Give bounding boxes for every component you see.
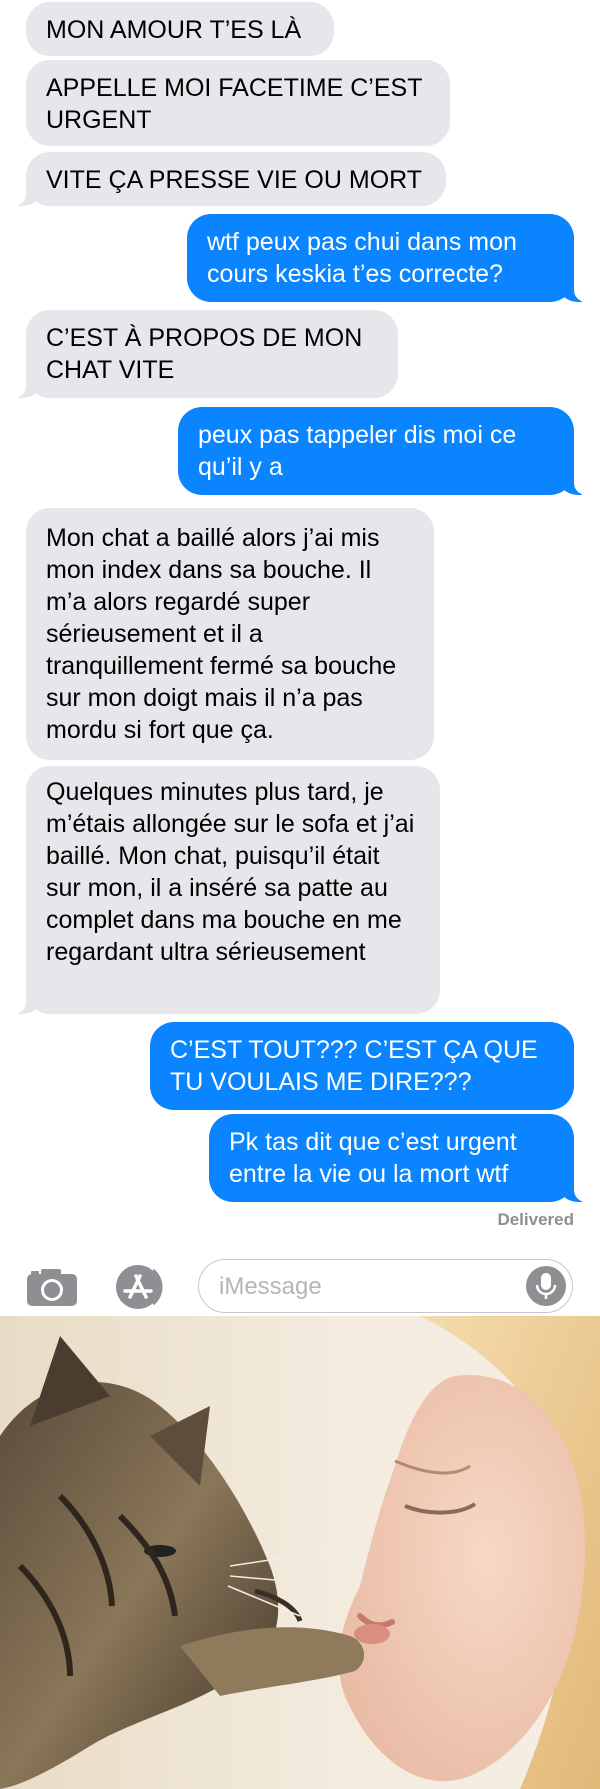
message-input-placeholder: iMessage: [219, 1273, 322, 1300]
message-bubble-sent[interactable]: Pk tas dit que c’est urgent entre la vie…: [209, 1114, 594, 1202]
message-thread: MON AMOUR T’ES LÀ APPELLE MOI FACETIME C…: [0, 0, 600, 1310]
message-bubble-sent[interactable]: C’EST TOUT??? C’EST ÇA QUE TU VOULAIS ME…: [150, 1022, 574, 1110]
message-bubble-received[interactable]: Mon chat a baillé alors j’ai mis mon ind…: [26, 508, 434, 760]
message-input-field[interactable]: iMessage: [198, 1259, 573, 1313]
camera-icon[interactable]: [24, 1265, 80, 1309]
message-bubble-received[interactable]: Quelques minutes plus tard, je m’étais a…: [6, 766, 440, 1014]
delivered-status: Delivered: [497, 1210, 574, 1229]
app-store-icon[interactable]: [110, 1263, 166, 1309]
message-input-bar: iMessage: [0, 1255, 600, 1317]
message-bubble-received[interactable]: VITE ÇA PRESSE VIE OU MORT: [6, 152, 446, 206]
message-bubble-received[interactable]: C’EST À PROPOS DE MON CHAT VITE: [6, 310, 398, 398]
message-bubble-received[interactable]: APPELLE MOI FACETIME C’EST URGENT: [26, 60, 450, 146]
message-bubble-sent[interactable]: wtf peux pas chui dans mon cours keskia …: [187, 214, 594, 302]
message-bubble-sent[interactable]: peux pas tappeler dis moi ce qu’il y a: [178, 407, 594, 495]
microphone-icon[interactable]: [526, 1266, 566, 1306]
cat-and-woman-photo: [0, 1316, 600, 1789]
message-bubble-received[interactable]: MON AMOUR T’ES LÀ: [26, 2, 334, 56]
